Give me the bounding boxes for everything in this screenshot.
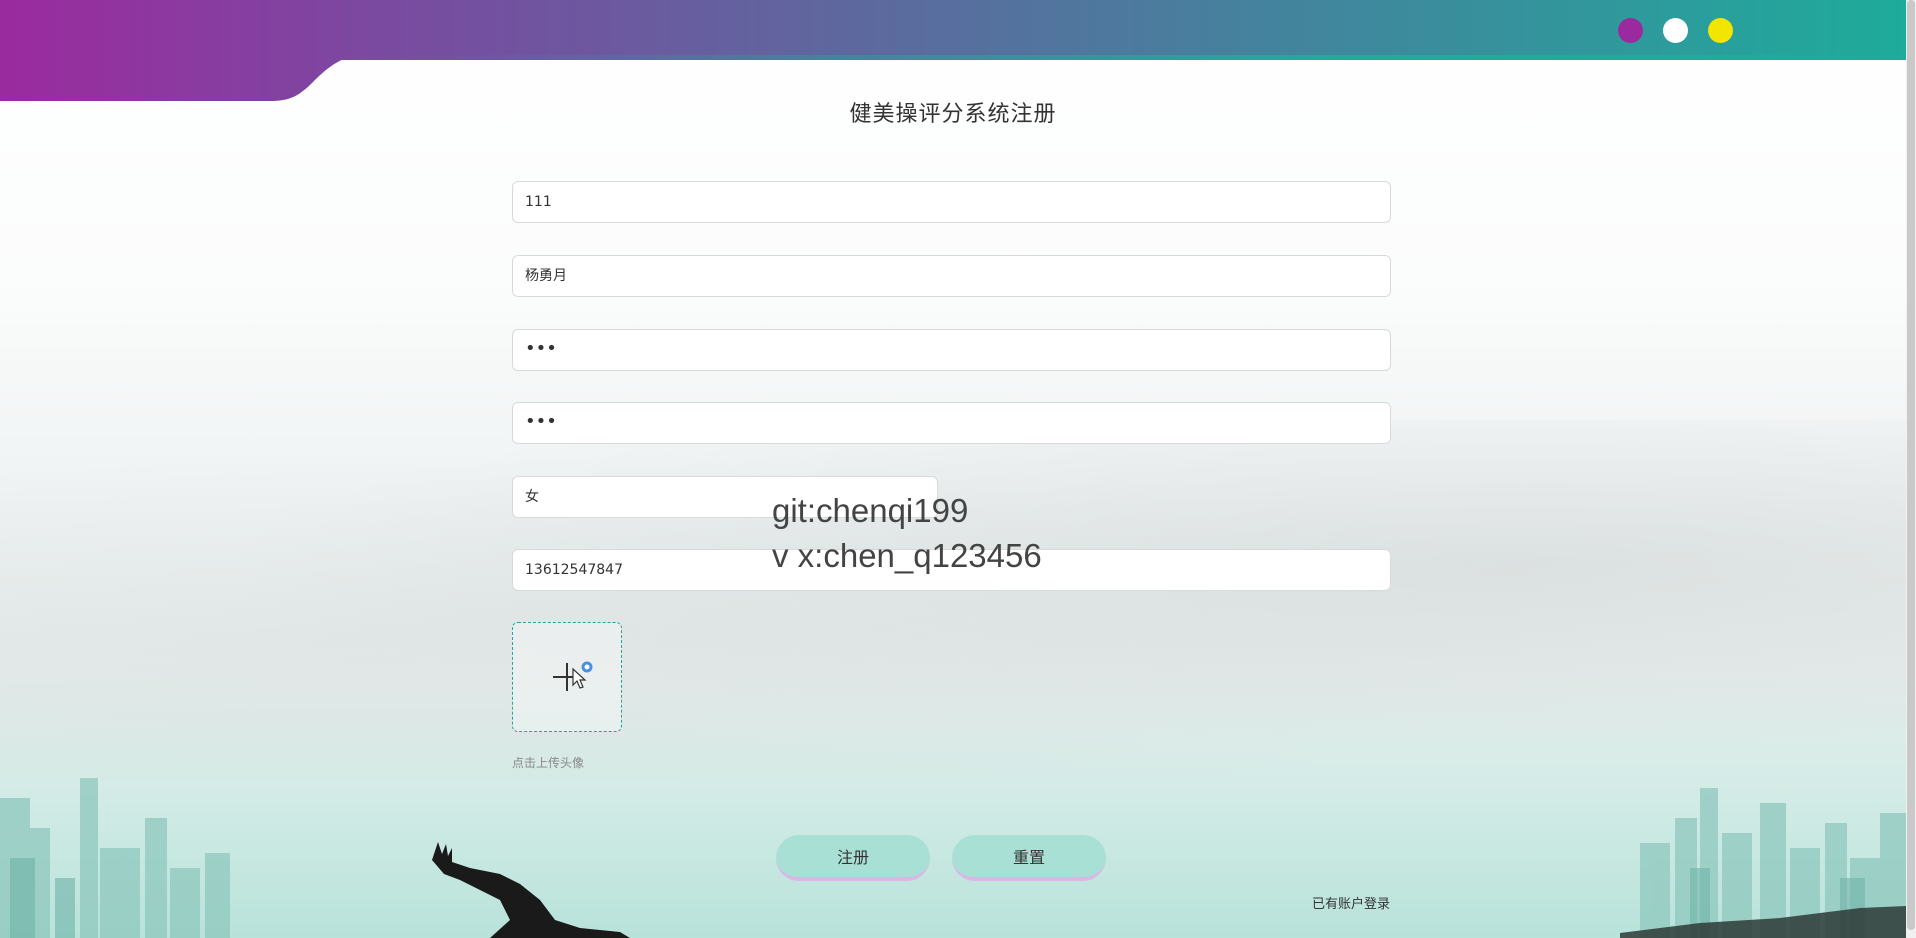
watermark-line-1: git:chenqi199 (772, 492, 969, 529)
watermark-line-2: v x:chen_q123456 (772, 537, 1042, 574)
header-curve-decoration (0, 0, 1906, 101)
login-link[interactable]: 已有账户登录 (1312, 893, 1390, 912)
athlete-silhouette (432, 842, 630, 938)
page-title: 健美操评分系统注册 (849, 102, 1057, 127)
account-input[interactable]: 111 (512, 181, 1391, 223)
scrollbar-thumb[interactable] (1907, 0, 1915, 930)
theme-dot-yellow[interactable] (1708, 18, 1733, 43)
avatar-upload[interactable] (512, 622, 622, 732)
mouse-cursor-icon (572, 661, 593, 689)
confirm-password-input[interactable]: ••• (512, 402, 1391, 444)
vertical-scrollbar[interactable] (1906, 0, 1916, 938)
reset-button[interactable]: 重置 (952, 835, 1106, 881)
theme-dot-purple[interactable] (1618, 18, 1643, 43)
password-input[interactable]: ••• (512, 329, 1391, 371)
name-input[interactable]: 杨勇月 (512, 255, 1391, 297)
page-background (0, 0, 1906, 938)
theme-dot-white[interactable] (1663, 18, 1688, 43)
watermark-text: git:chenqi199 v x:chen_q123456 (772, 488, 1042, 578)
background-mist (0, 420, 1906, 780)
upload-hint: 点击上传头像 (512, 756, 585, 770)
register-button[interactable]: 注册 (776, 835, 930, 881)
